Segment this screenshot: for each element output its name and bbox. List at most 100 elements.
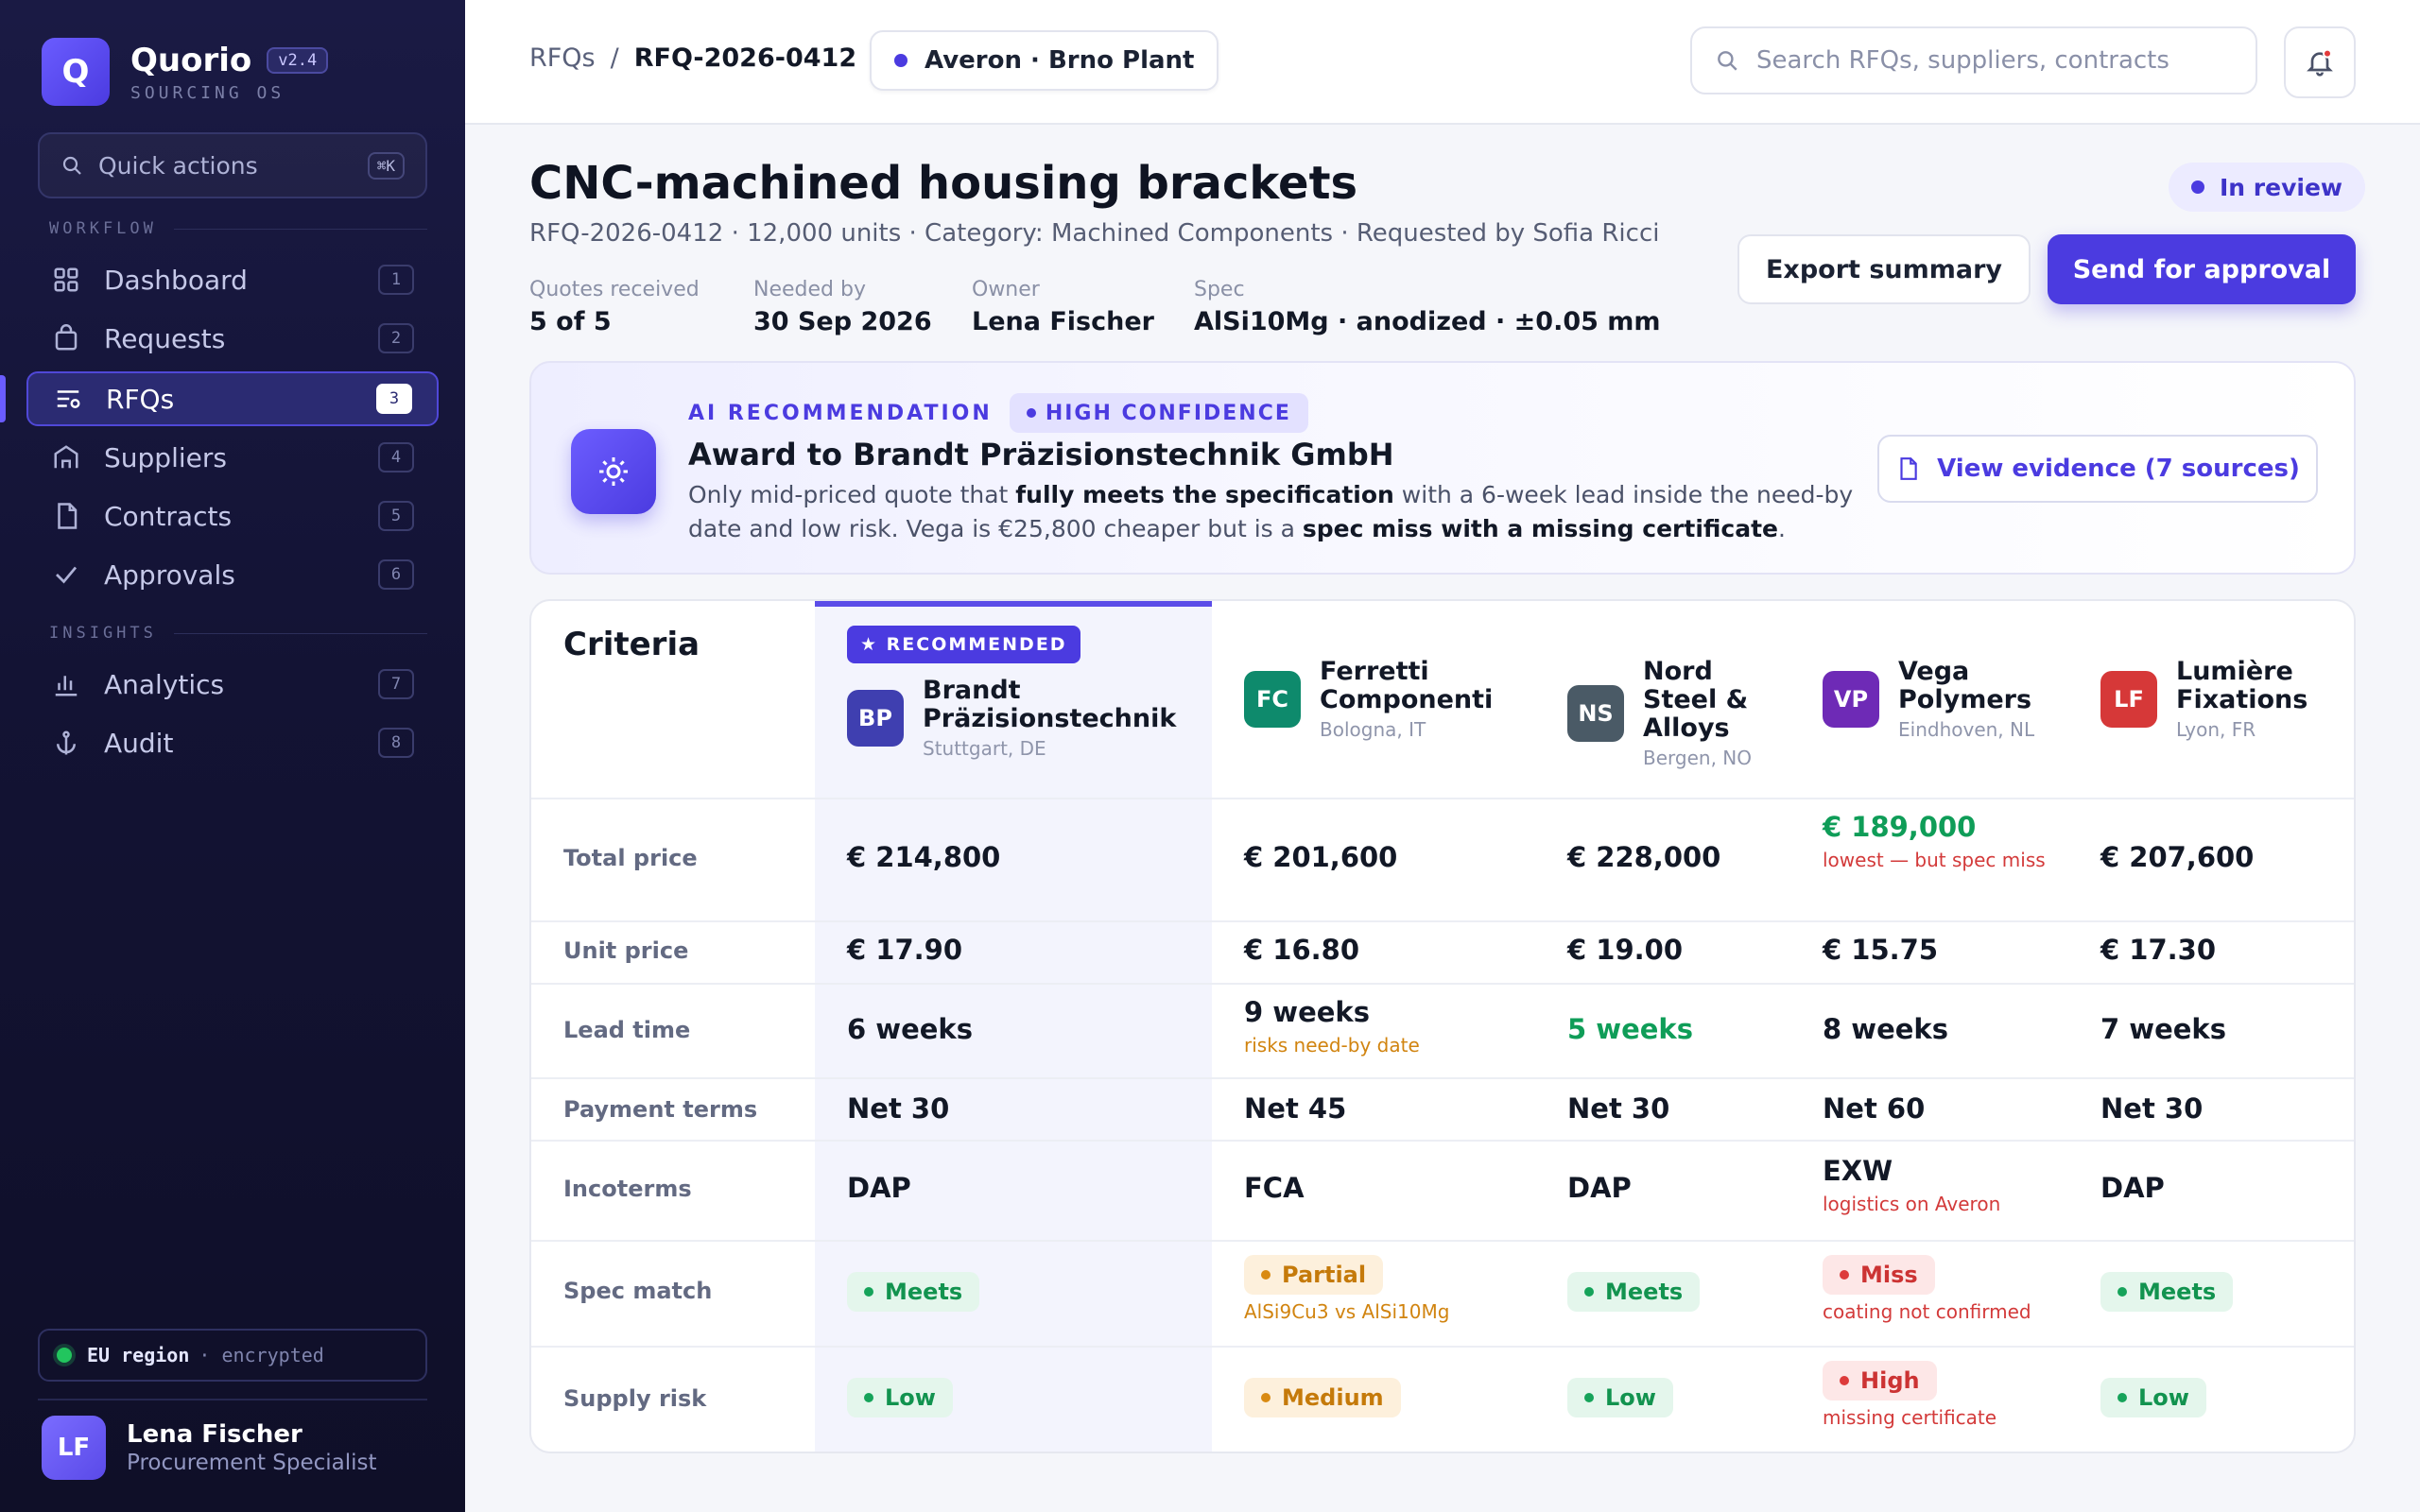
export-summary-button[interactable]: Export summary bbox=[1737, 234, 2031, 304]
cell-lead-time: 6 weeks bbox=[847, 1013, 973, 1045]
supplier-location: Stuttgart, DE bbox=[923, 737, 1046, 760]
cell-value: Net 30 bbox=[2100, 1092, 2204, 1125]
cell-incoterms: DAP bbox=[1567, 1172, 1632, 1204]
cell-value: € 17.90 bbox=[847, 934, 963, 966]
bell-icon bbox=[2307, 48, 2333, 77]
brand[interactable]: Q Quorio v2.4 SOURCING OS bbox=[42, 38, 329, 106]
sidebar: Q Quorio v2.4 SOURCING OS Quick actions … bbox=[0, 0, 465, 1512]
status-badge: In review bbox=[2169, 163, 2366, 212]
cell-incoterms: FCA bbox=[1244, 1172, 1305, 1204]
row-label-supply-risk: Supply risk bbox=[563, 1385, 707, 1412]
search-placeholder: Search RFQs, suppliers, contracts bbox=[1756, 46, 2169, 75]
sidebar-item-analytics[interactable]: Analytics 7 bbox=[26, 657, 439, 712]
cell-note: risks need-by date bbox=[1244, 1034, 1420, 1057]
shortcut-number: 2 bbox=[378, 323, 414, 353]
cell-value: 7 weeks bbox=[2100, 1013, 2226, 1045]
user-profile[interactable]: LF Lena Fischer Procurement Specialist bbox=[42, 1416, 377, 1480]
cell-note: AlSi9Cu3 vs AlSi10Mg bbox=[1244, 1300, 1450, 1323]
cell-payment-terms: Net 30 bbox=[1567, 1092, 1669, 1125]
cell-spec-match: Meets bbox=[1567, 1272, 1701, 1312]
quick-actions-button[interactable]: Quick actions ⌘K bbox=[38, 132, 427, 198]
confidence-badge: HIGH CONFIDENCE bbox=[1009, 393, 1308, 433]
brand-subtitle: SOURCING OS bbox=[130, 82, 285, 103]
sidebar-item-label: Analytics bbox=[104, 668, 225, 700]
notifications-button[interactable] bbox=[2284, 26, 2356, 98]
row-label-spec-match: Spec match bbox=[563, 1278, 713, 1304]
supplier-header-brandt[interactable]: BP Brandt Präzisionstechnik Stuttgart, D… bbox=[847, 677, 1176, 760]
shortcut-number: 5 bbox=[378, 501, 414, 531]
section-label-workflow: WORKFLOW bbox=[49, 219, 427, 238]
confidence-dot bbox=[1026, 408, 1036, 418]
sidebar-item-approvals[interactable]: Approvals 6 bbox=[26, 547, 439, 602]
supplier-location: Eindhoven, NL bbox=[1898, 718, 2035, 741]
comparison-table: Criteria ★ RECOMMENDED BP Brandt Präzisi… bbox=[529, 599, 2356, 1453]
active-indicator bbox=[0, 375, 6, 422]
document-icon bbox=[51, 501, 81, 531]
shortcut-number: 3 bbox=[376, 384, 412, 414]
breadcrumb-current: RFQ-2026-0412 bbox=[633, 43, 857, 73]
row-divider bbox=[531, 983, 2354, 985]
confidence-label: HIGH CONFIDENCE bbox=[1045, 401, 1291, 425]
cell-unit-price: € 17.30 bbox=[2100, 934, 2216, 966]
sidebar-item-suppliers[interactable]: Suppliers 4 bbox=[26, 430, 439, 485]
topbar: RFQs / RFQ-2026-0412 Averon · Brno Plant… bbox=[465, 0, 2420, 125]
shortcut-number: 8 bbox=[378, 728, 414, 758]
plant-label: Averon · Brno Plant bbox=[925, 46, 1195, 75]
cell-unit-price: € 16.80 bbox=[1244, 934, 1359, 966]
quick-actions-label: Quick actions bbox=[98, 151, 258, 180]
spec-badge: Miss bbox=[1823, 1255, 1935, 1295]
meta-label: Spec bbox=[1194, 278, 1245, 301]
risk-badge: Medium bbox=[1244, 1378, 1401, 1418]
cell-lead-time: 5 weeks bbox=[1567, 1013, 1693, 1045]
cell-payment-terms: Net 45 bbox=[1244, 1092, 1346, 1125]
search-input[interactable]: Search RFQs, suppliers, contracts bbox=[1690, 26, 2257, 94]
document-icon bbox=[1900, 457, 1917, 480]
cell-lead-time: 8 weeks bbox=[1823, 1013, 1948, 1045]
cell-unit-price: € 19.00 bbox=[1567, 934, 1683, 966]
sidebar-item-rfqs[interactable]: RFQs 3 bbox=[26, 371, 439, 426]
shortcut-hint: ⌘K bbox=[367, 151, 405, 180]
user-name: Lena Fischer bbox=[127, 1420, 302, 1449]
row-label-lead-time: Lead time bbox=[563, 1017, 691, 1043]
status-label: In review bbox=[2220, 173, 2343, 201]
shortcut-number: 4 bbox=[378, 442, 414, 472]
risk-badge: Low bbox=[847, 1378, 953, 1418]
view-evidence-label: View evidence (7 sources) bbox=[1937, 455, 2300, 483]
shortcut-number: 6 bbox=[378, 559, 414, 590]
supplier-name: Steel & bbox=[1643, 685, 1749, 714]
sidebar-item-label: RFQs bbox=[106, 383, 175, 415]
supplier-avatar: FC bbox=[1244, 671, 1301, 728]
cell-value: € 15.75 bbox=[1823, 934, 1939, 966]
breadcrumb-root[interactable]: RFQs bbox=[529, 43, 596, 73]
sidebar-item-label: Approvals bbox=[104, 558, 235, 591]
supplier-header-lumiere[interactable]: LF Lumière Fixations Lyon, FR bbox=[2100, 658, 2308, 741]
sidebar-item-audit[interactable]: Audit 8 bbox=[26, 715, 439, 770]
row-label-payment-terms: Payment terms bbox=[563, 1096, 758, 1123]
status-dot bbox=[2191, 180, 2204, 194]
sidebar-item-requests[interactable]: Requests 2 bbox=[26, 311, 439, 366]
cell-payment-terms: Net 30 bbox=[2100, 1092, 2203, 1125]
cell-value: FCA bbox=[1244, 1172, 1305, 1204]
plant-selector[interactable]: Averon · Brno Plant bbox=[870, 30, 1219, 91]
cell-value: € 207,600 bbox=[2100, 841, 2255, 873]
supplier-header-nord[interactable]: NS Nord Steel & Alloys Bergen, NO bbox=[1567, 658, 1752, 769]
cell-value: € 201,600 bbox=[1244, 841, 1398, 873]
plant-dot bbox=[894, 54, 908, 67]
region-status: EU region · encrypted bbox=[38, 1329, 427, 1382]
cell-incoterms: DAP bbox=[2100, 1172, 2165, 1204]
send-for-approval-button[interactable]: Send for approval bbox=[2048, 234, 2356, 304]
meta-owner: Owner Lena Fischer bbox=[972, 278, 1154, 336]
view-evidence-button[interactable]: View evidence (7 sources) bbox=[1877, 435, 2318, 503]
cell-value: 8 weeks bbox=[1823, 1013, 1948, 1045]
sidebar-item-label: Audit bbox=[104, 727, 174, 759]
supplier-location: Lyon, FR bbox=[2176, 718, 2256, 741]
sidebar-item-contracts[interactable]: Contracts 5 bbox=[26, 489, 439, 543]
row-divider bbox=[531, 920, 2354, 922]
bag-icon bbox=[51, 323, 81, 353]
sidebar-item-label: Contracts bbox=[104, 500, 233, 532]
supplier-header-ferretti[interactable]: FC Ferretti Componenti Bologna, IT bbox=[1244, 658, 1493, 741]
sidebar-item-dashboard[interactable]: Dashboard 1 bbox=[26, 252, 439, 307]
cell-note: logistics on Averon bbox=[1823, 1193, 2001, 1215]
cell-value: Net 30 bbox=[847, 1092, 950, 1125]
supplier-header-vega[interactable]: VP Vega Polymers Eindhoven, NL bbox=[1823, 658, 2034, 741]
